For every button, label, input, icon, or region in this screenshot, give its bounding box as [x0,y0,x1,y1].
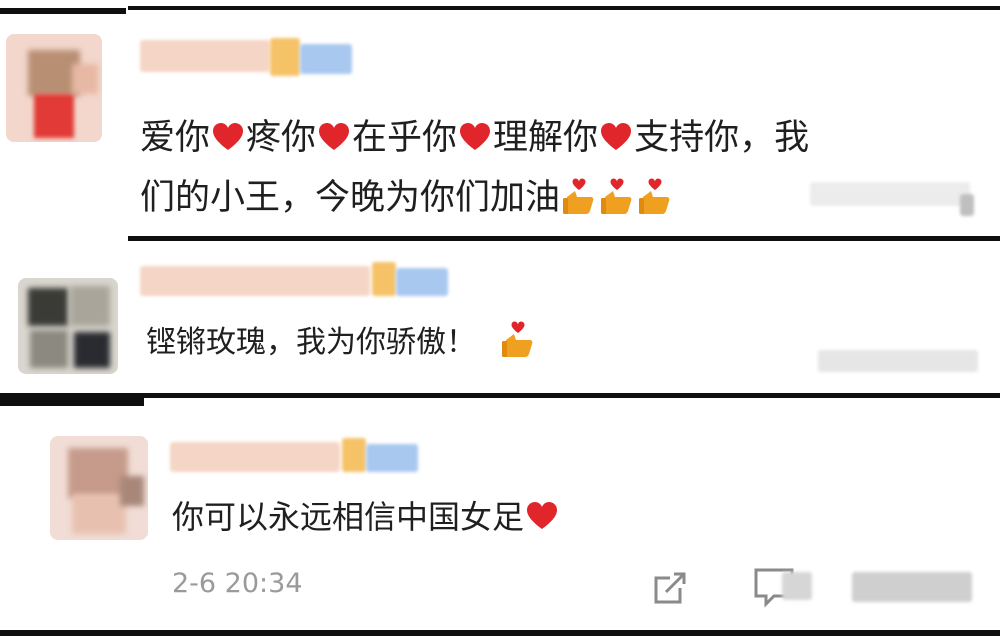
thumbs-up-heart-icon [502,321,533,357]
user-badge [366,444,418,472]
avatar[interactable] [18,278,118,374]
action-bar-blurred [960,194,974,216]
divider [0,630,1000,636]
divider [0,8,126,14]
heart-icon [460,123,491,150]
thumbs-up-heart-icon [563,178,594,214]
divider [128,6,1000,10]
comment-card-1: 爱你 疼你 在乎你 理解你 支持你，我 们的小王，今晚为你们加油 [0,10,1000,240]
comment-count-blurred [782,572,812,600]
username-blurred[interactable] [170,442,340,472]
comment-card-2: 铿锵玫瑰，我为你骄傲！ [0,242,1000,394]
user-badge [300,44,352,74]
divider [0,398,144,406]
share-icon[interactable] [650,568,690,608]
thumbs-up-heart-icon [639,178,670,214]
heart-icon [319,123,350,150]
comment-text: 你可以永远相信中国女足 [172,494,560,540]
divider [0,393,1000,398]
divider [128,236,1000,241]
user-badge [270,38,300,76]
user-badge [372,262,396,296]
heart-icon [527,502,558,529]
timestamp: 2-6 20:34 [172,568,303,599]
avatar[interactable] [6,34,102,142]
comment-text: 们的小王，今晚为你们加油 [140,174,674,222]
comment-text: 爱你 疼你 在乎你 理解你 支持你，我 [140,118,810,158]
thumbs-up-heart-icon [601,178,632,214]
action-bar-blurred [818,350,978,372]
comment-card-3: 你可以永远相信中国女足 2-6 20:34 [0,406,1000,636]
heart-icon [213,123,244,150]
user-badge [342,438,366,472]
avatar[interactable] [50,436,148,540]
heart-icon [601,123,632,150]
username-blurred[interactable] [140,266,370,296]
action-bar-blurred [810,182,970,206]
username-blurred[interactable] [140,40,270,72]
like-button-blurred[interactable] [852,572,972,602]
comment-text: 铿锵玫瑰，我为你骄傲！ [146,320,537,365]
user-badge [396,268,448,296]
